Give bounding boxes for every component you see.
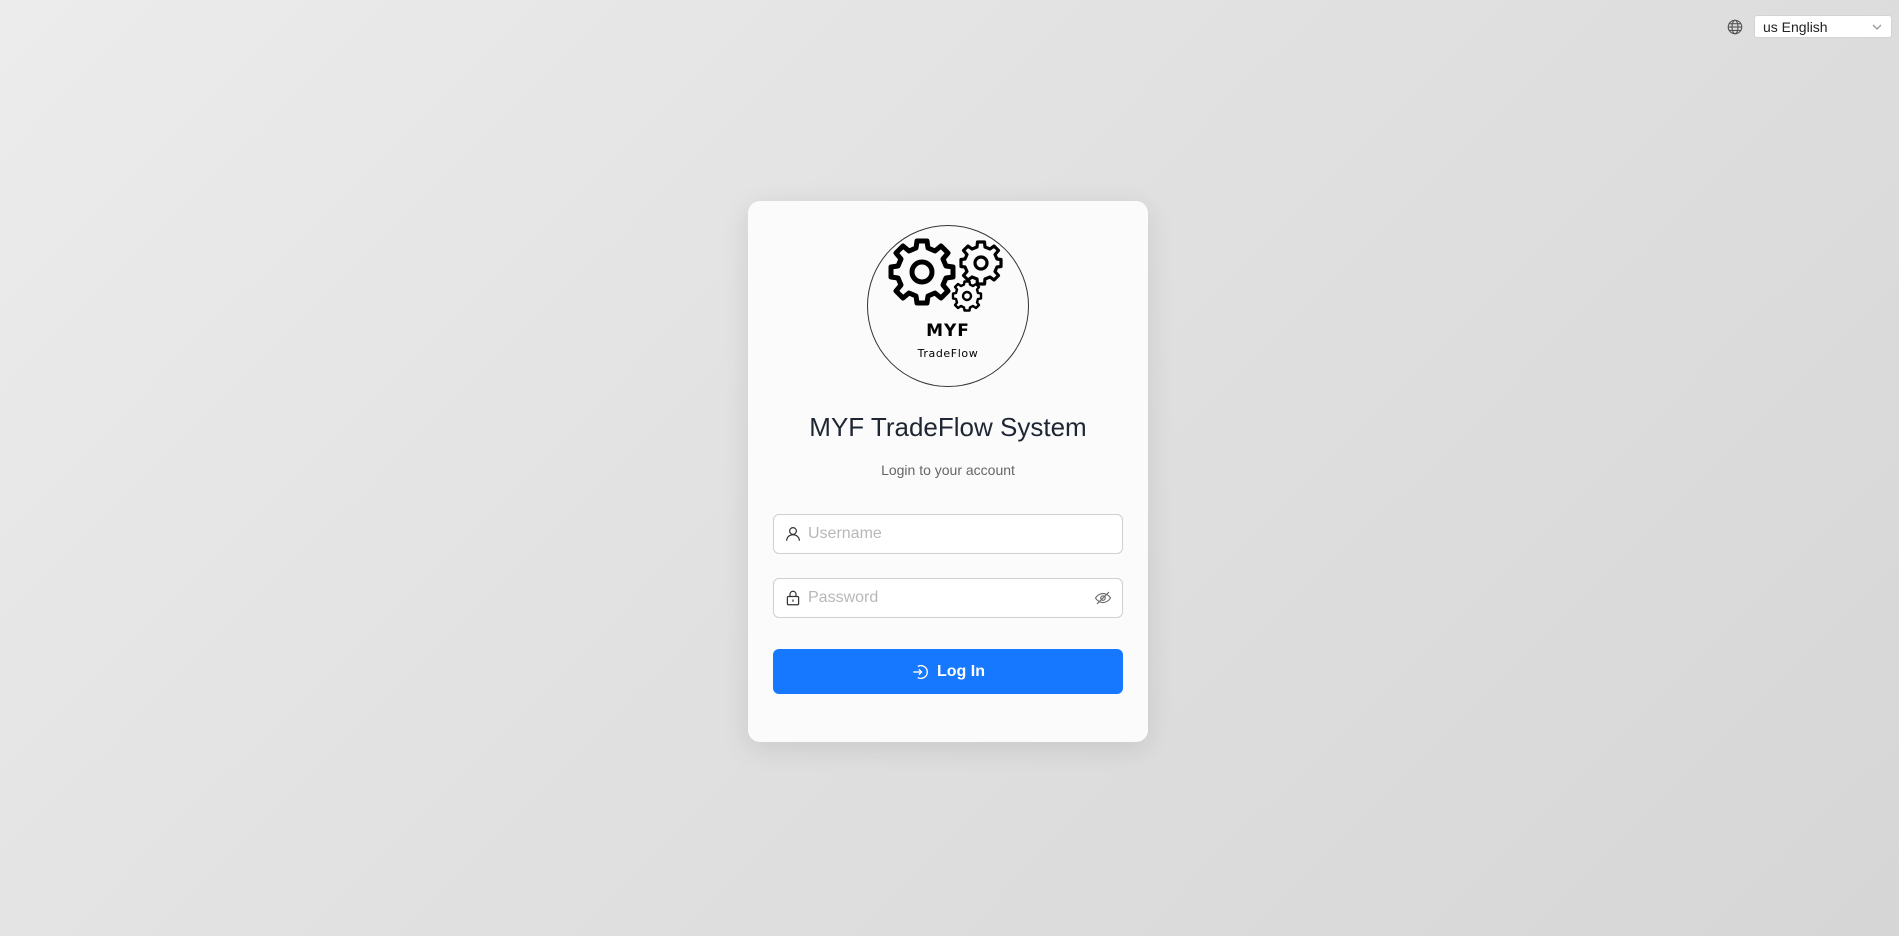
logo-line2: TradeFlow <box>917 347 979 360</box>
login-icon <box>913 664 928 679</box>
page-subtitle: Login to your account <box>881 462 1015 478</box>
globe-icon[interactable] <box>1726 18 1744 36</box>
username-input[interactable] <box>808 525 1112 543</box>
password-field[interactable] <box>773 578 1123 618</box>
user-icon <box>786 527 800 541</box>
username-field[interactable] <box>773 514 1123 554</box>
chevron-down-icon <box>1872 24 1882 30</box>
password-input[interactable] <box>808 589 1094 607</box>
logo: MYF TradeFlow <box>867 225 1029 387</box>
login-card: MYF TradeFlow MYF TradeFlow System Login… <box>748 201 1148 742</box>
page-title: MYF TradeFlow System <box>809 412 1087 442</box>
gears-icon <box>888 238 1003 312</box>
logo-line1: MYF <box>926 321 970 341</box>
language-select-value: us English <box>1763 18 1828 35</box>
lock-icon <box>786 590 800 606</box>
language-select[interactable]: us English <box>1754 15 1892 38</box>
login-button-label: Log In <box>937 662 985 680</box>
login-button[interactable]: Log In <box>773 649 1123 694</box>
eye-slash-icon[interactable] <box>1094 589 1112 607</box>
language-selector-group: us English <box>1726 15 1892 38</box>
